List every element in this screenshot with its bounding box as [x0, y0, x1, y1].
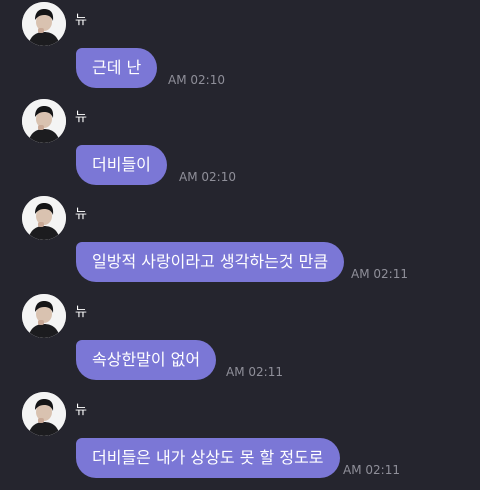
- avatar[interactable]: [22, 196, 66, 240]
- avatar[interactable]: [22, 294, 66, 338]
- message-group: 뉴 더비들은 내가 상상도 못 할 정도로 AM 02:11: [0, 392, 480, 490]
- avatar-photo-icon: [22, 99, 66, 143]
- message-bubble[interactable]: 일방적 사랑이라고 생각하는것 만큼: [76, 242, 345, 282]
- avatar[interactable]: [22, 99, 66, 143]
- message-timestamp: AM 02:10: [168, 73, 225, 87]
- sender-name: 뉴: [75, 13, 87, 28]
- sender-name: 뉴: [75, 305, 87, 320]
- avatar-photo-icon: [22, 196, 66, 240]
- message-group: 뉴 일방적 사랑이라고 생각하는것 만큼 AM 02:11: [0, 196, 480, 294]
- message-timestamp: AM 02:10: [179, 170, 236, 184]
- message-bubble[interactable]: 더비들은 내가 상상도 못 할 정도로: [76, 438, 340, 478]
- message-timestamp: AM 02:11: [351, 267, 408, 281]
- sender-name: 뉴: [75, 110, 87, 125]
- message-timestamp: AM 02:11: [226, 365, 283, 379]
- avatar[interactable]: [22, 392, 66, 436]
- message-group: 뉴 속상한말이 없어 AM 02:11: [0, 294, 480, 392]
- sender-name: 뉴: [75, 403, 87, 418]
- message-bubble[interactable]: 근데 난: [76, 48, 158, 88]
- avatar-photo-icon: [22, 392, 66, 436]
- avatar[interactable]: [22, 2, 66, 46]
- message-bubble[interactable]: 속상한말이 없어: [76, 340, 217, 380]
- message-group: 뉴 더비들이 AM 02:10: [0, 99, 480, 197]
- avatar-photo-icon: [22, 294, 66, 338]
- sender-name: 뉴: [75, 207, 87, 222]
- message-bubble[interactable]: 더비들이: [76, 145, 167, 185]
- chat-log: 뉴 근데 난 AM 02:10 뉴 더비들이 AM 02:10 뉴 일방적 사랑…: [0, 0, 480, 490]
- avatar-photo-icon: [22, 2, 66, 46]
- message-group: 뉴 근데 난 AM 02:10: [0, 2, 480, 100]
- message-timestamp: AM 02:11: [343, 463, 400, 477]
